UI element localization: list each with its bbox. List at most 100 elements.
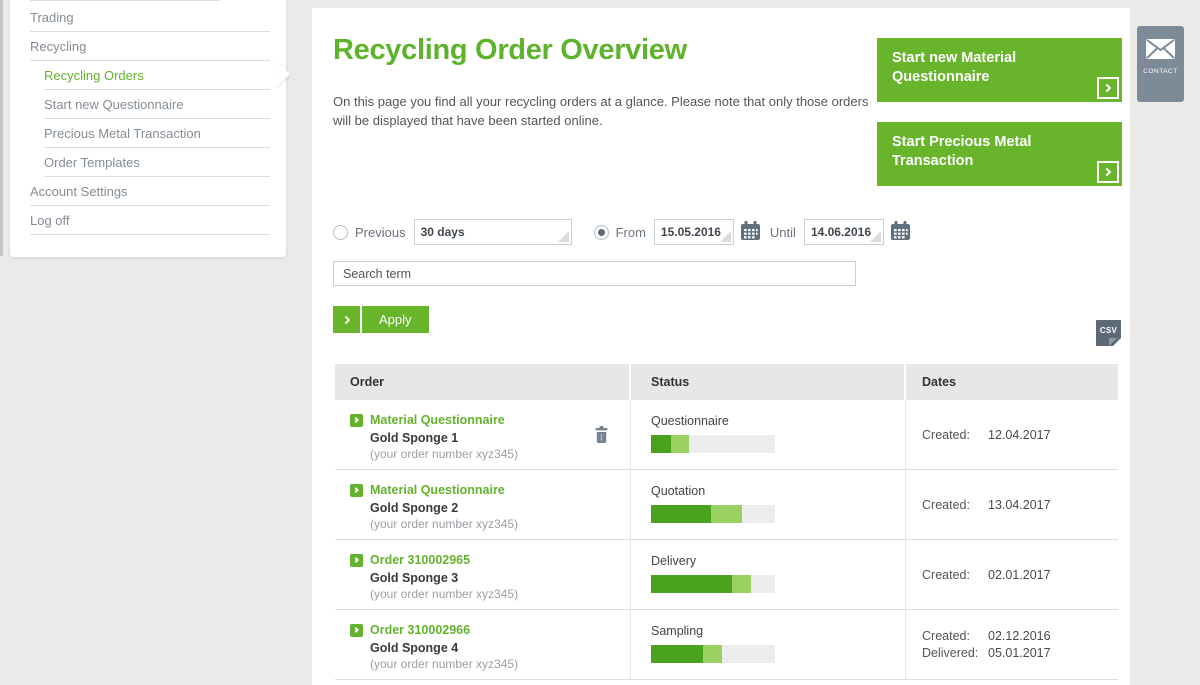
- order-link[interactable]: Order 310002966: [370, 623, 470, 637]
- table-row: Order 310002965 Gold Sponge 3 (your orde…: [335, 540, 1118, 610]
- sidebar-item-account-settings[interactable]: Account Settings: [30, 177, 270, 206]
- window-edge: [0, 0, 3, 256]
- csv-export-label: CSV: [1096, 326, 1121, 335]
- date-value: 13.04.2017: [988, 498, 1051, 512]
- sidebar-nav: Trading RecyclingRecycling OrdersStart ne…: [10, 3, 286, 235]
- dates-cell: Created:12.04.2017: [906, 400, 1118, 469]
- apply-button[interactable]: Apply: [333, 306, 429, 333]
- progress-done-segment: [651, 435, 671, 453]
- chevron-right-icon: [1097, 77, 1119, 99]
- date-value: 05.01.2017: [988, 646, 1051, 660]
- until-date-field[interactable]: [804, 219, 884, 245]
- period-select[interactable]: 30 days: [414, 219, 572, 245]
- status-label: Questionnaire: [651, 414, 905, 428]
- sidebar-item-precious-metal-transaction[interactable]: Precious Metal Transaction: [44, 119, 270, 148]
- sidebar-active-pointer: [276, 61, 290, 87]
- status-progress-bar: [651, 505, 775, 523]
- date-line: Delivered:05.01.2017: [922, 646, 1118, 660]
- status-label: Delivery: [651, 554, 905, 568]
- sidebar-item-trading[interactable]: Trading: [30, 3, 270, 32]
- sidebar-item-start-new-questionnaire[interactable]: Start new Questionnaire: [44, 90, 270, 119]
- previous-radio[interactable]: [333, 225, 348, 240]
- sidebar-item-label: Order Templates: [44, 155, 140, 170]
- apply-button-label: Apply: [362, 306, 429, 333]
- date-value: 12.04.2017: [988, 428, 1051, 442]
- from-date-input[interactable]: [661, 225, 727, 239]
- column-header-order: Order: [335, 364, 631, 400]
- sidebar: Trading RecyclingRecycling OrdersStart ne…: [10, 0, 286, 257]
- order-material-name: Gold Sponge 3: [370, 571, 616, 585]
- filter-bar: Previous 30 days From Until: [333, 218, 920, 246]
- order-link[interactable]: Material Questionnaire: [370, 483, 505, 497]
- order-link[interactable]: Order 310002965: [370, 553, 470, 567]
- date-label: Delivered:: [922, 646, 988, 660]
- order-material-name: Gold Sponge 2: [370, 501, 616, 515]
- search-field: [333, 261, 856, 286]
- sidebar-item-recycling[interactable]: Recycling: [30, 32, 270, 61]
- order-number: (your order number xyz345): [370, 657, 616, 671]
- from-date-field[interactable]: [654, 219, 734, 245]
- csv-export-button[interactable]: CSV: [1096, 320, 1121, 346]
- contact-label: CONTACT: [1137, 68, 1184, 75]
- date-value: 02.12.2016: [988, 629, 1051, 643]
- from-radio[interactable]: [594, 225, 609, 240]
- contact-button[interactable]: CONTACT: [1137, 26, 1184, 102]
- intro-text: On this page you find all your recycling…: [333, 92, 878, 130]
- sidebar-item-label: Account Settings: [30, 184, 128, 199]
- order-material-name: Gold Sponge 4: [370, 641, 616, 655]
- from-label: From: [616, 225, 646, 240]
- period-select-value: 30 days: [421, 225, 465, 239]
- calendar-icon[interactable]: [741, 221, 760, 244]
- orders-table-body: Material Questionnaire Gold Sponge 1 (yo…: [335, 400, 1118, 680]
- order-chevron-icon: [350, 484, 363, 497]
- order-chevron-icon: [350, 554, 363, 567]
- order-link[interactable]: Material Questionnaire: [370, 413, 505, 427]
- chevron-right-icon: [333, 306, 360, 333]
- date-line: Created:12.04.2017: [922, 428, 1118, 442]
- progress-partial-segment: [703, 645, 722, 663]
- date-label: Created:: [922, 498, 988, 512]
- date-line: Created:02.01.2017: [922, 568, 1118, 582]
- date-label: Created:: [922, 568, 988, 582]
- progress-partial-segment: [711, 505, 742, 523]
- date-label: Created:: [922, 629, 988, 643]
- sidebar-item-label: Trading: [30, 10, 74, 25]
- page-title: Recycling Order Overview: [333, 34, 687, 67]
- status-progress-bar: [651, 575, 775, 593]
- order-chevron-icon: [350, 624, 363, 637]
- dates-cell: Created:13.04.2017: [906, 470, 1118, 539]
- column-header-status: Status: [631, 364, 906, 400]
- column-header-dates: Dates: [906, 364, 1118, 400]
- progress-done-segment: [651, 575, 732, 593]
- progress-partial-segment: [671, 435, 690, 453]
- order-number: (your order number xyz345): [370, 587, 616, 601]
- status-label: Quotation: [651, 484, 905, 498]
- date-line: Created:13.04.2017: [922, 498, 1118, 512]
- table-row: Material Questionnaire Gold Sponge 1 (yo…: [335, 400, 1118, 470]
- progress-done-segment: [651, 645, 703, 663]
- search-input[interactable]: [333, 261, 856, 286]
- progress-done-segment: [651, 505, 711, 523]
- date-value: 02.01.2017: [988, 568, 1051, 582]
- order-number: (your order number xyz345): [370, 447, 616, 461]
- sidebar-item-order-templates[interactable]: Order Templates: [44, 148, 270, 177]
- envelope-icon: [1146, 39, 1175, 59]
- delete-order-button[interactable]: [595, 426, 608, 448]
- dates-cell: Created:02.01.2017: [906, 540, 1118, 609]
- order-chevron-icon: [350, 414, 363, 427]
- sidebar-item-log-off[interactable]: Log off: [30, 206, 270, 235]
- calendar-icon[interactable]: [891, 221, 910, 244]
- status-label: Sampling: [651, 624, 905, 638]
- start-material-questionnaire-button[interactable]: Start new Material Questionnaire: [877, 38, 1122, 102]
- start-precious-metal-label: Start Precious Metal Transaction: [892, 134, 1031, 169]
- sidebar-item-recycling-orders[interactable]: Recycling Orders: [44, 61, 270, 90]
- start-precious-metal-button[interactable]: Start Precious Metal Transaction: [877, 122, 1122, 186]
- dates-cell: Created:02.12.2016Delivered:05.01.2017: [906, 610, 1118, 679]
- status-progress-bar: [651, 645, 775, 663]
- start-material-questionnaire-label: Start new Material Questionnaire: [892, 50, 1016, 85]
- chevron-right-icon: [1097, 161, 1119, 183]
- orders-table-header: Order Status Dates: [335, 364, 1118, 400]
- date-label: Created:: [922, 428, 988, 442]
- main-panel: Recycling Order Overview On this page yo…: [312, 8, 1130, 685]
- until-date-input[interactable]: [811, 225, 877, 239]
